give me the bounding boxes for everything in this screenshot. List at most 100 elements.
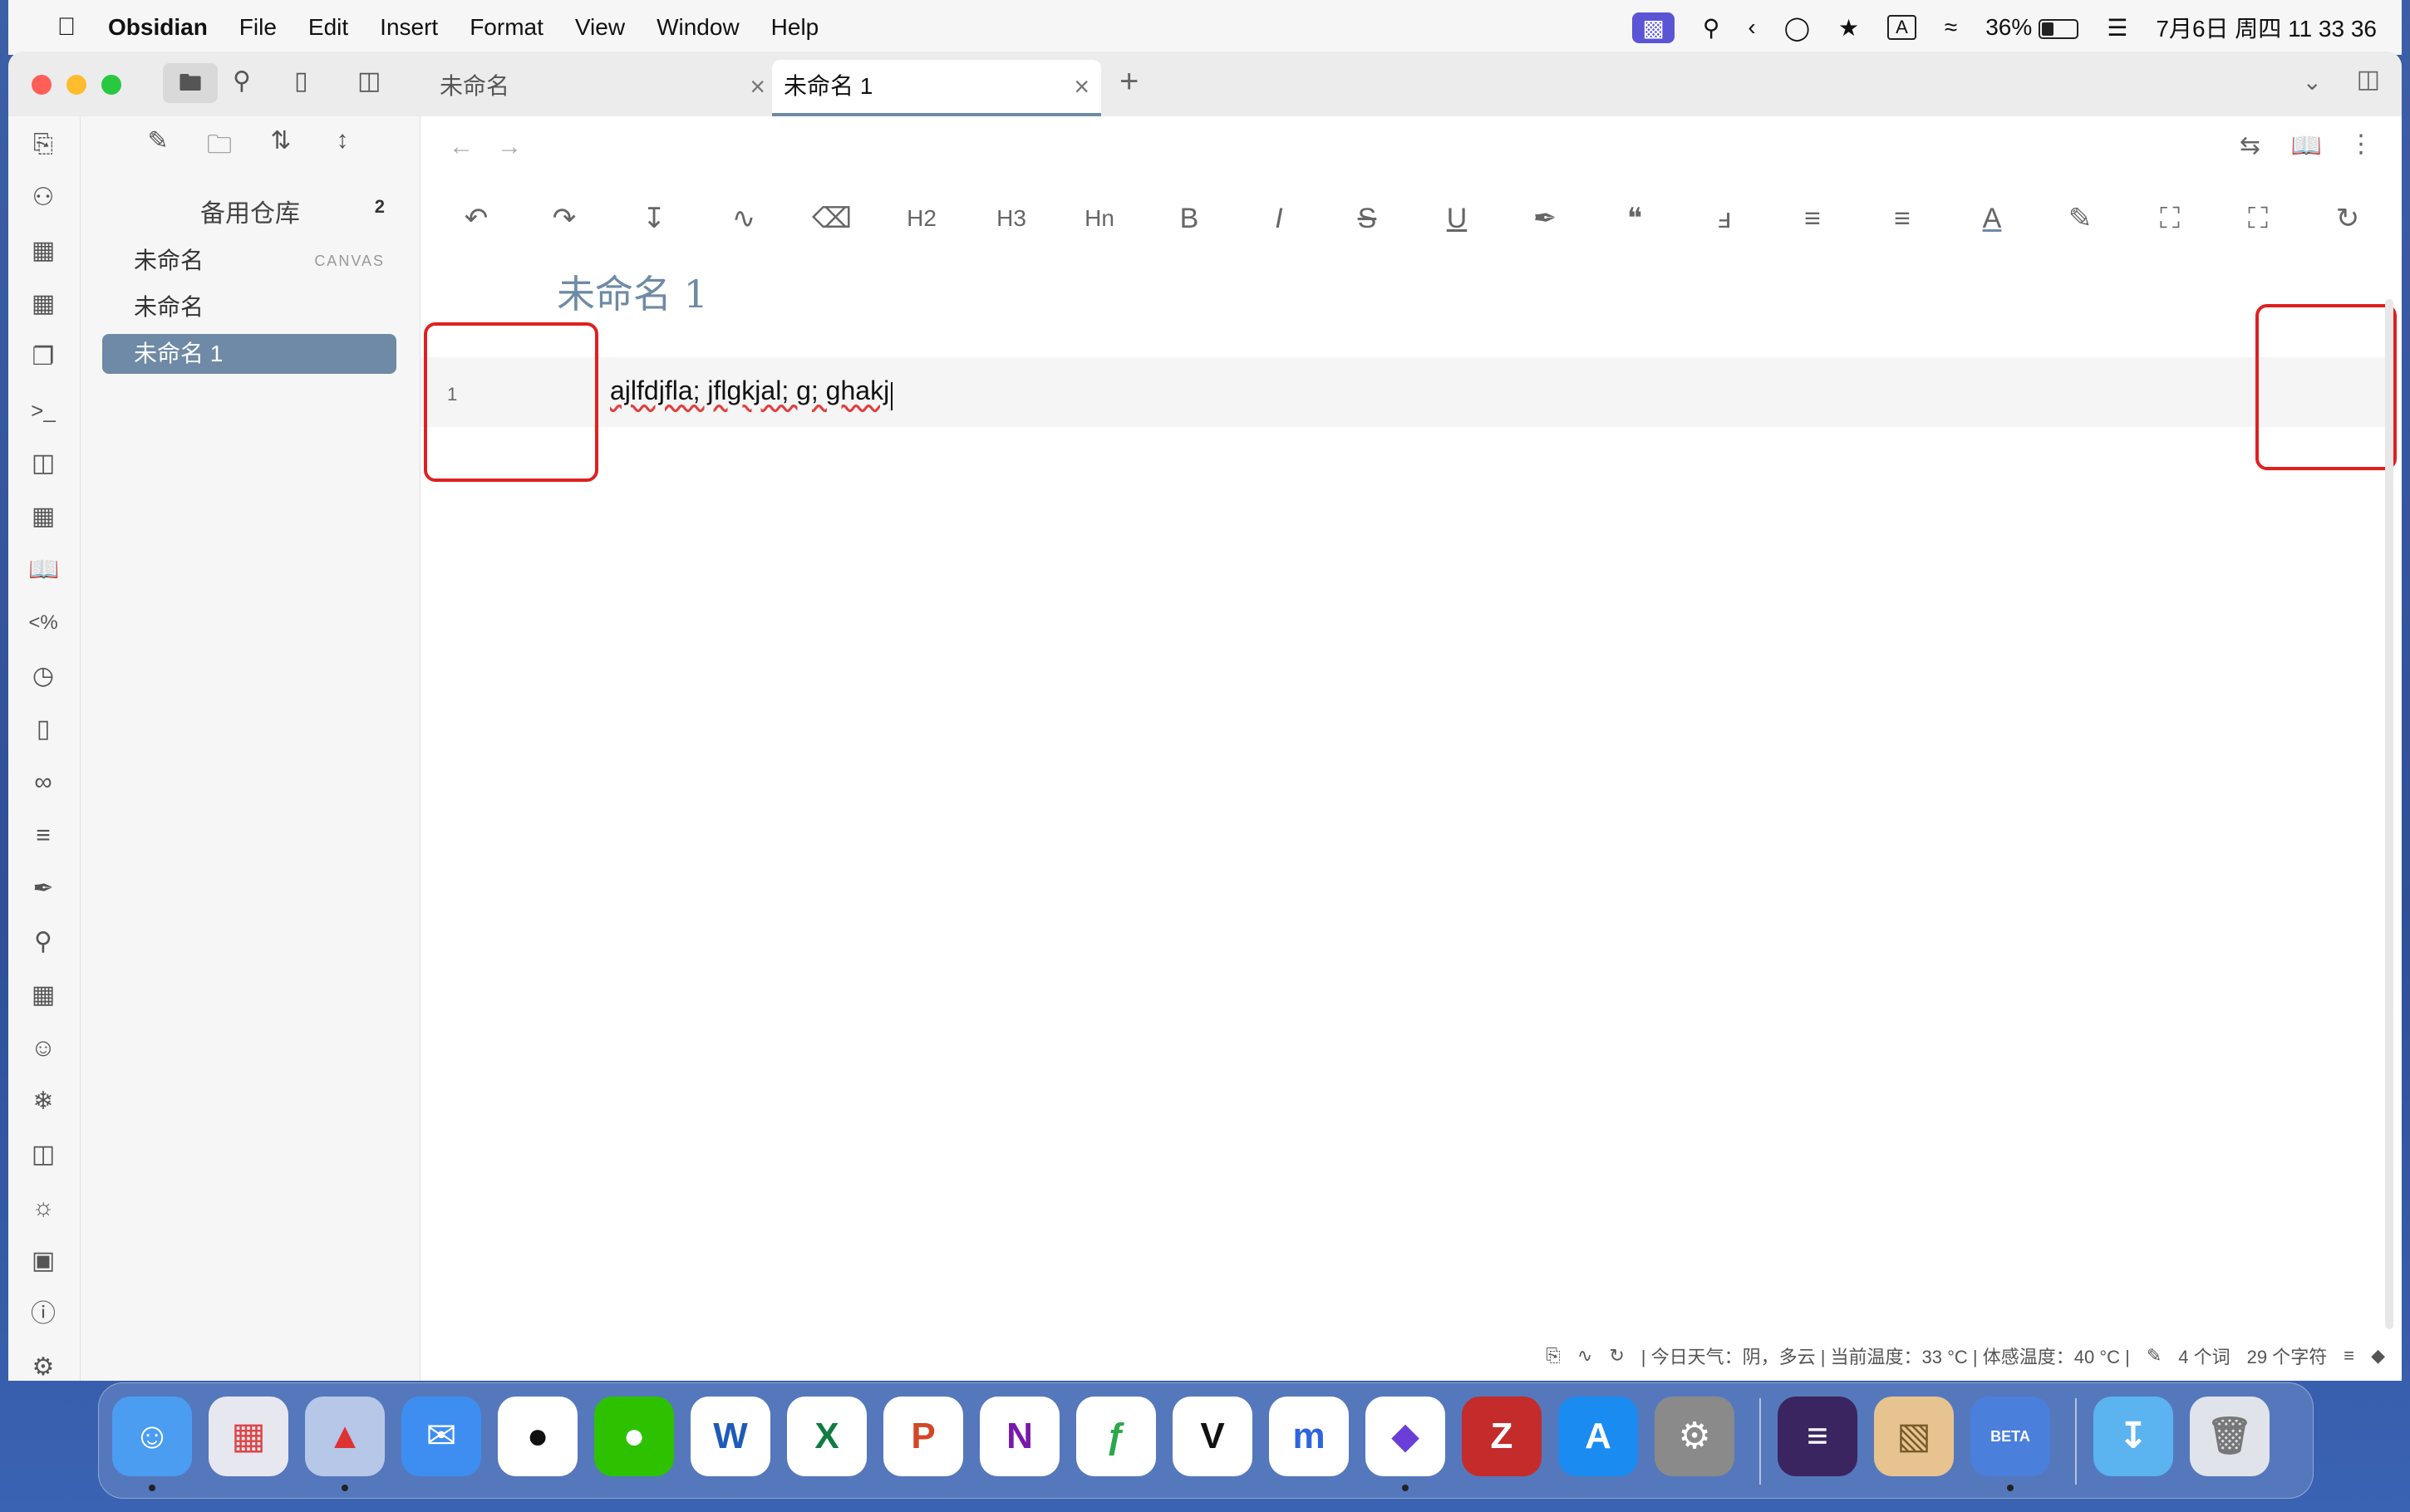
menu-format[interactable]: Format bbox=[470, 14, 543, 41]
templater-icon[interactable]: <% bbox=[28, 608, 58, 638]
word-icon[interactable]: W bbox=[691, 1397, 770, 1476]
wifi-icon[interactable]: ≈ bbox=[1945, 14, 1957, 41]
excel-icon[interactable]: X bbox=[787, 1397, 867, 1476]
vectornator-icon[interactable]: V bbox=[1173, 1397, 1252, 1476]
sync-icon[interactable]: ↻ bbox=[1609, 1345, 1624, 1367]
mubu-icon[interactable]: m bbox=[1269, 1397, 1349, 1476]
wechat-icon[interactable]: ● bbox=[594, 1397, 674, 1476]
forward-arrow-icon[interactable]: → bbox=[497, 133, 522, 161]
font-color-button[interactable]: A bbox=[1971, 198, 2013, 239]
list-icon[interactable]: ≡ bbox=[28, 821, 58, 851]
bookmark-icon[interactable]: ▯ bbox=[294, 66, 308, 96]
list-format-icon[interactable]: ≡ bbox=[1792, 198, 1833, 239]
terminal-icon[interactable]: >_ bbox=[28, 395, 58, 425]
line-text[interactable]: ajlfdjfla; jflgkjal; g; ghakj bbox=[610, 376, 889, 405]
downloads-folder-icon[interactable]: ↧ bbox=[2093, 1397, 2173, 1476]
trash-icon[interactable]: 🗑 bbox=[2190, 1397, 2270, 1476]
back-arrow-icon[interactable]: ← bbox=[449, 133, 474, 161]
menu-edit[interactable]: Edit bbox=[308, 14, 348, 41]
screen-mirroring-icon[interactable]: ▩ bbox=[1632, 12, 1675, 43]
right-sidebar-toggle-icon[interactable]: ◫ bbox=[2357, 65, 2380, 94]
chevron-left-icon[interactable]: ‹ bbox=[1748, 14, 1755, 41]
heading-2-button[interactable]: H2 bbox=[901, 198, 942, 239]
italic-button[interactable]: I bbox=[1258, 198, 1300, 239]
tab-untitled[interactable]: 未命名 × bbox=[428, 60, 777, 116]
ribbon-search-icon[interactable]: ⚲ bbox=[28, 927, 58, 957]
menu-insert[interactable]: Insert bbox=[380, 14, 438, 41]
reading-view-icon[interactable]: 📖 bbox=[2291, 131, 2322, 160]
new-tab-icon[interactable]: + bbox=[1119, 63, 1139, 101]
magnifier-icon[interactable]: ⚲ bbox=[1703, 14, 1720, 42]
menu-file[interactable]: File bbox=[239, 14, 277, 41]
obsidian-dock-icon[interactable]: ◆ bbox=[1365, 1397, 1445, 1476]
control-center-icon[interactable]: ☰ bbox=[2107, 14, 2127, 42]
weather-icon[interactable]: ❄ bbox=[28, 1087, 58, 1117]
zoom-window-button[interactable] bbox=[101, 75, 121, 95]
underline-button[interactable]: U bbox=[1436, 198, 1478, 239]
table-icon[interactable]: ▦ bbox=[28, 502, 58, 532]
lightbulb-icon[interactable]: ☼ bbox=[28, 1193, 58, 1223]
heading-3-button[interactable]: H3 bbox=[991, 198, 1032, 239]
zotero-icon[interactable]: Z bbox=[1462, 1397, 1542, 1476]
text-format-icon[interactable]: ⅎ bbox=[1704, 198, 1745, 239]
close-tab-icon[interactable]: × bbox=[1074, 60, 1089, 113]
menubar-clock[interactable]: 7月6日 周四 11 33 36 bbox=[2156, 11, 2377, 44]
sort-icon[interactable]: ⇅ bbox=[264, 126, 298, 169]
mail-icon[interactable]: ✉ bbox=[401, 1397, 481, 1476]
input-method-icon[interactable]: A bbox=[1887, 15, 1916, 40]
flomo-icon[interactable]: ƒ bbox=[1076, 1397, 1156, 1476]
vault-header[interactable]: 备用仓库 2 bbox=[81, 193, 420, 229]
minimize-window-button[interactable] bbox=[66, 75, 86, 95]
circle-icon[interactable]: ◯ bbox=[1784, 14, 1810, 42]
layers-icon[interactable]: ≡ bbox=[2344, 1345, 2354, 1367]
open-quick-switcher-icon[interactable]: ⎘ bbox=[28, 130, 58, 160]
close-window-button[interactable] bbox=[32, 75, 52, 95]
onenote-icon[interactable]: N bbox=[980, 1397, 1060, 1476]
clock-icon[interactable]: ◷ bbox=[28, 661, 58, 691]
menu-view[interactable]: View bbox=[575, 14, 625, 41]
calendar-icon[interactable]: ▦ bbox=[28, 289, 58, 319]
smiley-icon[interactable]: ☺ bbox=[28, 1033, 58, 1063]
download-icon[interactable]: ↧ bbox=[633, 198, 675, 239]
file-item[interactable]: 未命名 CANVAS bbox=[102, 241, 396, 281]
link-icon[interactable]: ∞ bbox=[28, 768, 58, 798]
graph-view-icon[interactable]: ⚇ bbox=[28, 183, 58, 213]
layout-icon[interactable]: ◫ bbox=[28, 1140, 58, 1170]
highlighter-icon[interactable]: ✒ bbox=[1524, 198, 1566, 239]
quote-icon[interactable]: ❝ bbox=[1614, 198, 1655, 239]
book-icon[interactable]: ▯ bbox=[28, 714, 58, 744]
slides-icon[interactable]: ◫ bbox=[28, 449, 58, 479]
background-color-icon[interactable]: ✎ bbox=[2059, 198, 2101, 239]
eraser-icon[interactable]: ⌫ bbox=[811, 198, 853, 239]
collapse-all-icon[interactable]: ↕ bbox=[326, 126, 359, 169]
launchpad-icon[interactable]: ▦ bbox=[209, 1397, 288, 1476]
files-view-icon[interactable]: 🖿 bbox=[163, 63, 218, 103]
menu-help[interactable]: Help bbox=[771, 14, 819, 41]
apple-menu-icon[interactable]:  bbox=[42, 13, 91, 42]
archive-utility-icon[interactable]: ▧ bbox=[1874, 1397, 1954, 1476]
file-item-active[interactable]: 未命名 1 bbox=[102, 334, 396, 374]
undo-icon[interactable]: ↶ bbox=[455, 198, 497, 239]
editor-active-line[interactable]: 1 ajlfdjfla; jflgkjal; g; ghakj bbox=[421, 357, 2393, 427]
menu-app-name[interactable]: Obsidian bbox=[108, 14, 208, 41]
activity-status-icon[interactable]: ∿ bbox=[1577, 1345, 1592, 1367]
xcode-beta-icon[interactable]: BETA bbox=[1970, 1397, 2050, 1476]
heading-n-button[interactable]: Hn bbox=[1079, 198, 1120, 239]
qq-icon[interactable]: ● bbox=[498, 1397, 578, 1476]
finder-icon[interactable]: ☺ bbox=[112, 1397, 192, 1476]
new-note-icon[interactable]: ✎ bbox=[141, 126, 175, 169]
edit-status-icon[interactable]: ✎ bbox=[2147, 1345, 2162, 1367]
templates-icon[interactable]: ❐ bbox=[28, 342, 58, 372]
reading-icon[interactable]: 📖 bbox=[28, 555, 59, 585]
vault-switch-icon[interactable]: ▣ bbox=[28, 1246, 58, 1276]
affine-icon[interactable]: ▲ bbox=[305, 1397, 385, 1476]
tab-list-chevron-icon[interactable]: ⌄ bbox=[2303, 68, 2322, 96]
terminal-app-icon[interactable]: ≡ bbox=[1778, 1397, 1857, 1476]
settings-gear-icon[interactable]: ⚙ bbox=[28, 1352, 58, 1381]
app-store-icon[interactable]: A bbox=[1558, 1397, 1638, 1476]
note-title[interactable]: 未命名 1 bbox=[557, 264, 708, 319]
exit-fullscreen-icon[interactable]: ⛶ bbox=[2237, 198, 2279, 239]
file-item[interactable]: 未命名 bbox=[102, 287, 396, 327]
canvas-icon[interactable]: ▦ bbox=[28, 236, 58, 266]
spreadsheet-icon[interactable]: ▦ bbox=[28, 980, 58, 1010]
